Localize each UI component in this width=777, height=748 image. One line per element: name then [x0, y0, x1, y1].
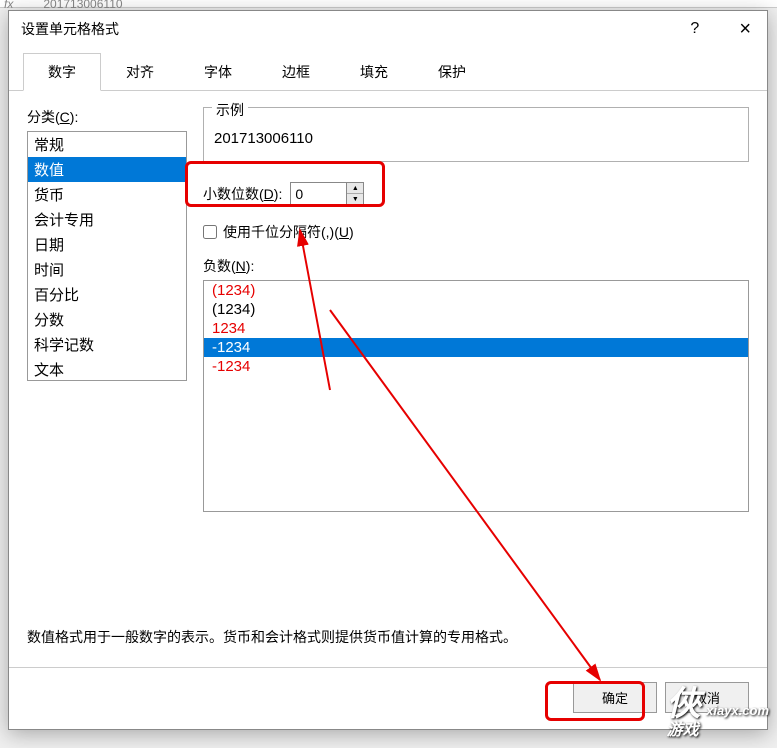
tab-number[interactable]: 数字 [23, 53, 101, 91]
category-item[interactable]: 时间 [28, 257, 186, 282]
tab-protection[interactable]: 保护 [413, 53, 491, 90]
decimal-input[interactable] [291, 183, 347, 205]
category-item[interactable]: 百分比 [28, 282, 186, 307]
watermark: 俠 xiayx.com 游戏 [667, 676, 769, 738]
category-item[interactable]: 文本 [28, 357, 186, 381]
close-button[interactable]: × [731, 14, 759, 45]
dialog-title: 设置单元格格式 [21, 19, 119, 39]
titlebar: 设置单元格格式 ? × [9, 11, 767, 47]
category-item[interactable]: 会计专用 [28, 207, 186, 232]
negative-item[interactable]: -1234 [204, 338, 748, 357]
decimal-label: 小数位数(D): [203, 184, 282, 204]
negative-item[interactable]: (1234) [204, 300, 748, 319]
help-button[interactable]: ? [682, 16, 707, 42]
tabs: 数字 对齐 字体 边框 填充 保护 [9, 53, 767, 91]
fx-label: fx [4, 0, 13, 11]
category-item[interactable]: 常规 [28, 132, 186, 157]
category-item[interactable]: 数值 [28, 157, 186, 182]
negative-item[interactable]: (1234) [204, 281, 748, 300]
tab-alignment[interactable]: 对齐 [101, 53, 179, 90]
category-item[interactable]: 日期 [28, 232, 186, 257]
sample-box: 示例 201713006110 [203, 107, 749, 162]
spinner-down-icon[interactable]: ▼ [347, 194, 363, 205]
format-description: 数值格式用于一般数字的表示。货币和会计格式则提供货币值计算的专用格式。 [27, 627, 749, 647]
category-list[interactable]: 常规 数值 货币 会计专用 日期 时间 百分比 分数 科学记数 文本 特殊 自定… [27, 131, 187, 381]
negative-label: 负数(N): [203, 256, 749, 276]
negative-list[interactable]: (1234) (1234) 1234 -1234 -1234 [203, 280, 749, 512]
tab-font[interactable]: 字体 [179, 53, 257, 90]
decimal-row: 小数位数(D): ▲ ▼ [203, 176, 749, 212]
format-cells-dialog: 设置单元格格式 ? × 数字 对齐 字体 边框 填充 保护 分类(C): 常规 … [8, 10, 768, 730]
thousands-row: 使用千位分隔符(,)(U) [203, 222, 749, 242]
tab-fill[interactable]: 填充 [335, 53, 413, 90]
tab-border[interactable]: 边框 [257, 53, 335, 90]
negative-item[interactable]: 1234 [204, 319, 748, 338]
category-item[interactable]: 科学记数 [28, 332, 186, 357]
formula-bar: fx 201713006110 [0, 0, 777, 8]
dialog-footer: 确定 取消 [9, 667, 767, 727]
ok-button[interactable]: 确定 [573, 682, 657, 713]
category-label: 分类(C): [27, 107, 187, 127]
thousands-label: 使用千位分隔符(,)(U) [223, 222, 354, 242]
thousands-checkbox[interactable] [203, 225, 217, 239]
tab-content: 分类(C): 常规 数值 货币 会计专用 日期 时间 百分比 分数 科学记数 文… [9, 91, 767, 667]
spinner-up-icon[interactable]: ▲ [347, 183, 363, 194]
sample-value: 201713006110 [214, 130, 738, 147]
category-item[interactable]: 货币 [28, 182, 186, 207]
sample-label: 示例 [212, 100, 248, 120]
category-item[interactable]: 分数 [28, 307, 186, 332]
negative-item[interactable]: -1234 [204, 357, 748, 376]
formula-value: 201713006110 [43, 0, 122, 11]
decimal-spinner[interactable]: ▲ ▼ [290, 182, 364, 206]
